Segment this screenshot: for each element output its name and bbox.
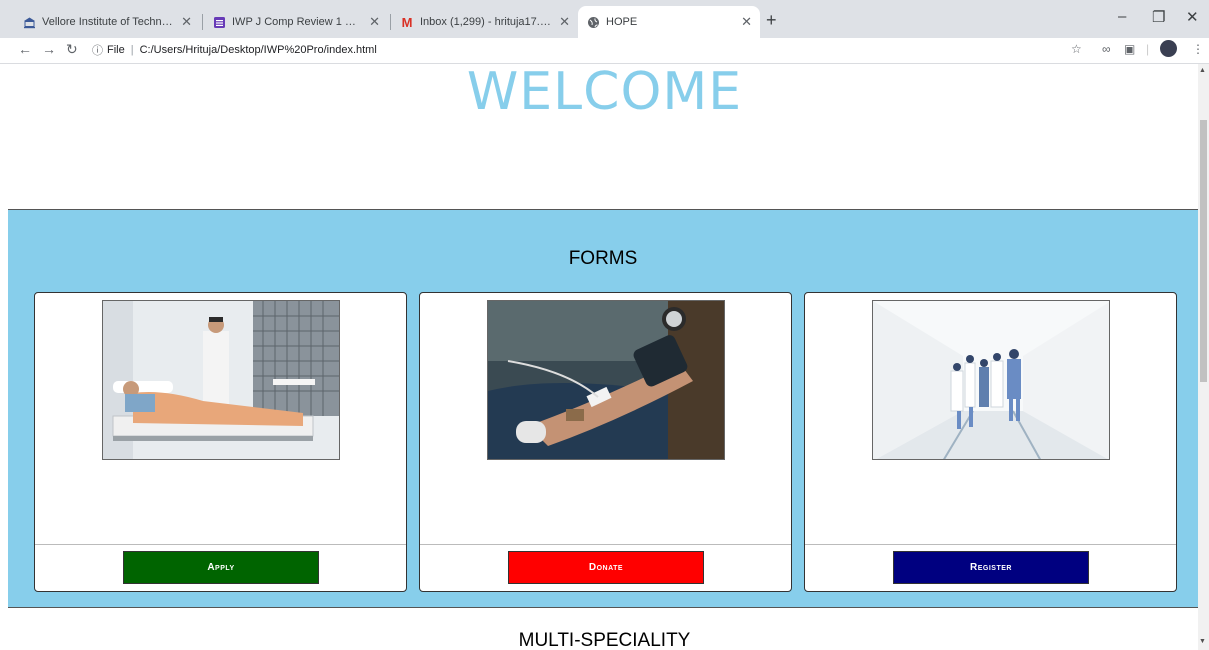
card-divider (420, 544, 791, 545)
address-separator: | (130, 44, 134, 56)
tab-title: HOPE (606, 16, 638, 28)
scroll-down-arrow-icon[interactable]: ▼ (1199, 638, 1206, 645)
tab-iwp-report[interactable]: IWP J Comp Review 1 Report ✕ (204, 6, 388, 38)
tab-title: Vellore Institute of Technology (V (42, 16, 175, 28)
tab-title: Inbox (1,299) - hrituja17.hs@gma (420, 16, 553, 28)
forms-section: FORMS Apply Donate Register (8, 209, 1198, 608)
minimize-icon[interactable]: – (1118, 8, 1126, 25)
close-tab-icon[interactable]: ✕ (559, 14, 570, 30)
blood-donation-image (487, 300, 725, 460)
hospital-patient-image (102, 300, 340, 460)
hospital-corridor-image (872, 300, 1110, 460)
register-button[interactable]: Register (893, 551, 1089, 584)
forms-icon (212, 15, 226, 29)
close-tab-icon[interactable]: ✕ (741, 14, 752, 30)
university-icon (22, 15, 36, 29)
card-divider (35, 544, 406, 545)
forms-heading: FORMS (568, 248, 638, 269)
page-scrollbar[interactable]: ▲ ▼ (1198, 64, 1209, 650)
page-viewport: WELCOME FORMS Apply Donate Register MULT… (0, 64, 1198, 650)
donate-button[interactable]: Donate (508, 551, 704, 584)
form-card-apply: Apply (34, 292, 407, 592)
close-tab-icon[interactable]: ✕ (369, 14, 380, 30)
menu-kebab-icon[interactable]: ⋮ (1192, 42, 1204, 56)
address-bar[interactable]: ⓘ File | C:/Users/Hrituja/Desktop/IWP%20… (92, 39, 1072, 61)
restore-icon[interactable]: ❐ (1152, 8, 1165, 26)
new-tab-icon[interactable]: + (766, 10, 777, 31)
tab-separator (390, 14, 391, 30)
bookmark-star-icon[interactable]: ☆ (1071, 42, 1082, 56)
extension-pdf-icon[interactable]: ▣ (1124, 42, 1135, 56)
multi-speciality-heading: MULTI-SPECIALITY (518, 630, 691, 650)
close-tab-icon[interactable]: ✕ (181, 14, 192, 30)
tab-gmail[interactable]: M Inbox (1,299) - hrituja17.hs@gma ✕ (392, 6, 578, 38)
form-card-register: Register (804, 292, 1177, 592)
back-icon[interactable]: ← (18, 41, 32, 57)
page-title: WELCOME (466, 64, 743, 122)
info-icon[interactable]: ⓘ (92, 42, 103, 58)
extension-infinity-icon[interactable]: ∞ (1102, 42, 1111, 56)
scrollbar-thumb[interactable] (1200, 120, 1207, 382)
gmail-icon: M (401, 14, 413, 30)
globe-icon (586, 15, 600, 29)
tab-hope[interactable]: HOPE ✕ (578, 6, 760, 38)
tab-strip: Vellore Institute of Technology (V ✕ IWP… (0, 0, 1209, 38)
browser-toolbar: ← → ↻ ⓘ File | C:/Users/Hrituja/Desktop/… (0, 38, 1209, 64)
tab-separator (202, 14, 203, 30)
reload-icon[interactable]: ↻ (66, 41, 78, 58)
apply-button[interactable]: Apply (123, 551, 319, 584)
form-card-donate: Donate (419, 292, 792, 592)
tab-vit[interactable]: Vellore Institute of Technology (V ✕ (14, 6, 200, 38)
scroll-up-arrow-icon[interactable]: ▲ (1199, 67, 1206, 74)
address-url: C:/Users/Hrituja/Desktop/IWP%20Pro/index… (139, 44, 377, 56)
card-divider (805, 544, 1176, 545)
toolbar-separator: | (1146, 42, 1150, 56)
forward-icon[interactable]: → (42, 41, 56, 57)
tab-title: IWP J Comp Review 1 Report (232, 16, 364, 28)
close-window-icon[interactable]: ✕ (1186, 8, 1199, 26)
profile-avatar[interactable] (1160, 40, 1177, 57)
address-prefix: File (107, 44, 125, 56)
